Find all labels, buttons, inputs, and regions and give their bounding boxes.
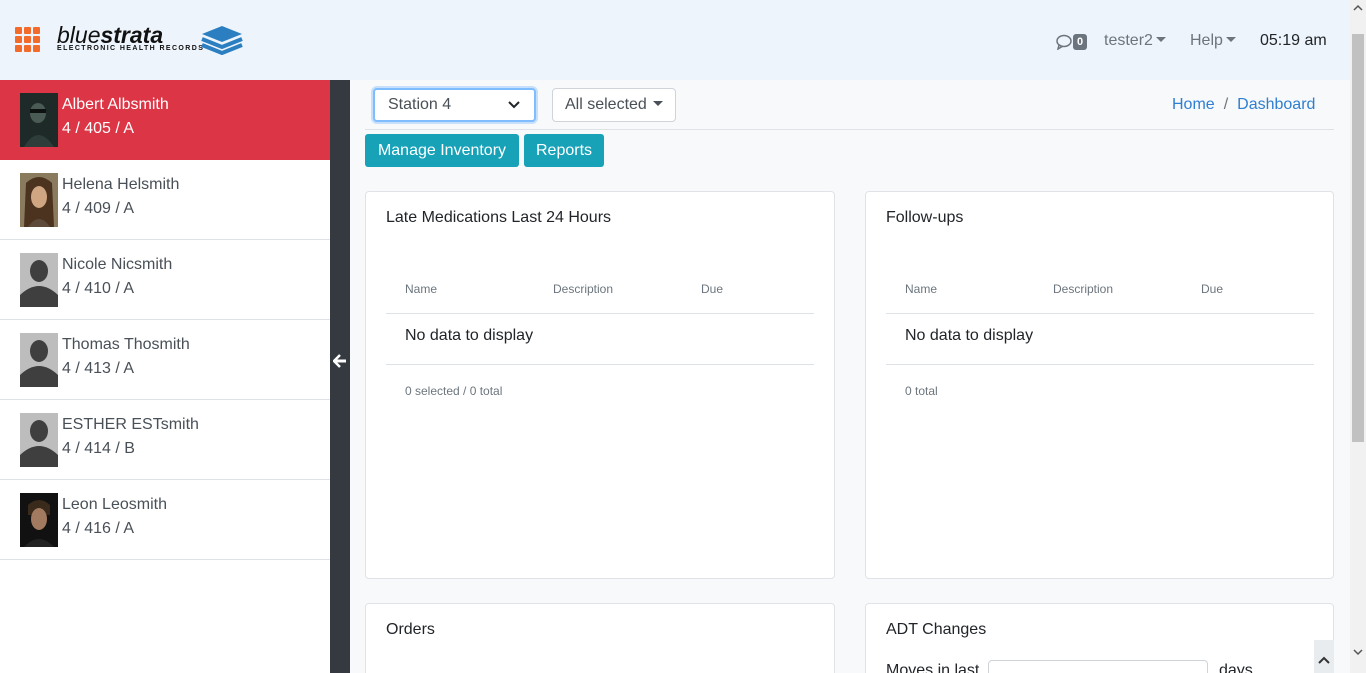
patient-location: 4 / 410 / A: [62, 280, 135, 297]
empty-message: No data to display: [405, 327, 534, 344]
patient-list: Albert Albsmith 4 / 405 / A Helena Helsm…: [0, 80, 330, 673]
multiselect-dropdown[interactable]: All selected: [552, 88, 676, 122]
patient-item-albert-albsmith[interactable]: Albert Albsmith 4 / 405 / A: [0, 80, 330, 160]
empty-table-row: No data to display: [386, 314, 814, 365]
adt-changes-card: ADT Changes Moves in last days: [865, 603, 1334, 673]
scroll-to-top-button[interactable]: [1314, 640, 1334, 673]
breadcrumb: Home / Dashboard: [1172, 96, 1315, 114]
patient-photo: [20, 413, 58, 467]
card-title: Late Medications Last 24 Hours: [386, 209, 612, 226]
patient-photo: [20, 93, 58, 147]
chevron-down-icon: [508, 101, 520, 109]
patient-item-esther-estsmith[interactable]: ESTHER ESTsmith 4 / 414 / B: [0, 400, 330, 480]
days-label: days: [1219, 662, 1253, 673]
table-header: Name Description Due: [886, 274, 1314, 314]
help-menu-dropdown[interactable]: Help: [1190, 32, 1236, 50]
patient-name: Thomas Thosmith: [62, 336, 190, 353]
patient-name: ESTHER ESTsmith: [62, 416, 199, 433]
messages-count-badge: 0: [1073, 34, 1088, 50]
patient-location: 4 / 405 / A: [62, 120, 135, 137]
column-header-due[interactable]: Due: [701, 282, 723, 296]
chevron-down-icon: [652, 100, 663, 106]
patient-name: Nicole Nicsmith: [62, 256, 173, 273]
scrollbar-thumb[interactable]: [1352, 34, 1364, 442]
moves-days-input[interactable]: [988, 660, 1208, 673]
moves-label: Moves in last: [886, 662, 980, 673]
column-header-due[interactable]: Due: [1201, 282, 1223, 296]
column-header-description[interactable]: Description: [1053, 282, 1113, 296]
station-select-value: Station 4: [388, 96, 452, 113]
follow-ups-card: Follow-ups Name Description Due No data …: [865, 191, 1334, 579]
empty-message: No data to display: [905, 327, 1034, 344]
scroll-down-arrow-icon[interactable]: [1353, 648, 1363, 656]
late-medications-card: Late Medications Last 24 Hours Name Desc…: [365, 191, 835, 579]
current-time: 05:19 am: [1260, 32, 1327, 49]
table-footer-count: 0 total: [905, 384, 938, 398]
divider: [365, 129, 1334, 130]
scroll-up-arrow-icon[interactable]: [1353, 4, 1363, 12]
reports-button[interactable]: Reports: [524, 134, 604, 167]
patient-item-helena-helsmith[interactable]: Helena Helsmith 4 / 409 / A: [0, 160, 330, 240]
patient-name: Helena Helsmith: [62, 176, 180, 193]
breadcrumb-separator: /: [1223, 96, 1229, 113]
breadcrumb-dashboard-link[interactable]: Dashboard: [1237, 96, 1315, 113]
arrow-left-icon: [333, 354, 346, 368]
patient-photo: [20, 173, 58, 227]
table-footer-count: 0 selected / 0 total: [405, 384, 503, 398]
patient-photo: [20, 333, 58, 387]
patient-location: 4 / 416 / A: [62, 520, 135, 537]
table-header: Name Description Due: [386, 274, 814, 314]
chat-icon: [1056, 34, 1072, 50]
help-label: Help: [1190, 32, 1223, 49]
card-title: Follow-ups: [886, 209, 964, 226]
chevron-down-icon: [1155, 36, 1166, 42]
patient-name: Albert Albsmith: [62, 96, 169, 113]
user-menu-dropdown[interactable]: tester2: [1104, 32, 1166, 50]
empty-table-row: No data to display: [886, 314, 1314, 365]
top-navbar: bluestrata ELECTRONIC HEALTH RECORDS 0 t…: [0, 0, 1350, 80]
column-header-description[interactable]: Description: [553, 282, 613, 296]
messages-button[interactable]: 0: [1056, 33, 1090, 51]
patient-item-nicole-nicsmith[interactable]: Nicole Nicsmith 4 / 410 / A: [0, 240, 330, 320]
page-scrollbar[interactable]: [1350, 0, 1366, 673]
orders-card: Orders: [365, 603, 835, 673]
strata-layers-icon: [201, 26, 243, 55]
patient-item-thomas-thosmith[interactable]: Thomas Thosmith 4 / 413 / A: [0, 320, 330, 400]
breadcrumb-home-link[interactable]: Home: [1172, 96, 1215, 113]
patient-name: Leon Leosmith: [62, 496, 167, 513]
chevron-up-icon: [1318, 656, 1330, 664]
bluestrata-logo[interactable]: bluestrata ELECTRONIC HEALTH RECORDS: [57, 22, 247, 62]
patient-location: 4 / 413 / A: [62, 360, 135, 377]
station-select[interactable]: Station 4: [373, 88, 536, 122]
user-name: tester2: [1104, 32, 1153, 49]
manage-inventory-button[interactable]: Manage Inventory: [365, 134, 519, 167]
chevron-down-icon: [1225, 36, 1236, 42]
column-header-name[interactable]: Name: [405, 282, 437, 296]
patient-photo: [20, 493, 58, 547]
patient-photo: [20, 253, 58, 307]
patient-location: 4 / 409 / A: [62, 200, 135, 217]
column-header-name[interactable]: Name: [905, 282, 937, 296]
multiselect-value: All selected: [565, 96, 647, 113]
card-title: Orders: [386, 621, 435, 638]
patient-location: 4 / 414 / B: [62, 440, 135, 457]
patient-item-leon-leosmith[interactable]: Leon Leosmith 4 / 416 / A: [0, 480, 330, 560]
card-title: ADT Changes: [886, 621, 987, 638]
sidebar-collapse-toggle[interactable]: [330, 80, 350, 673]
apps-grid-icon[interactable]: [15, 27, 41, 52]
